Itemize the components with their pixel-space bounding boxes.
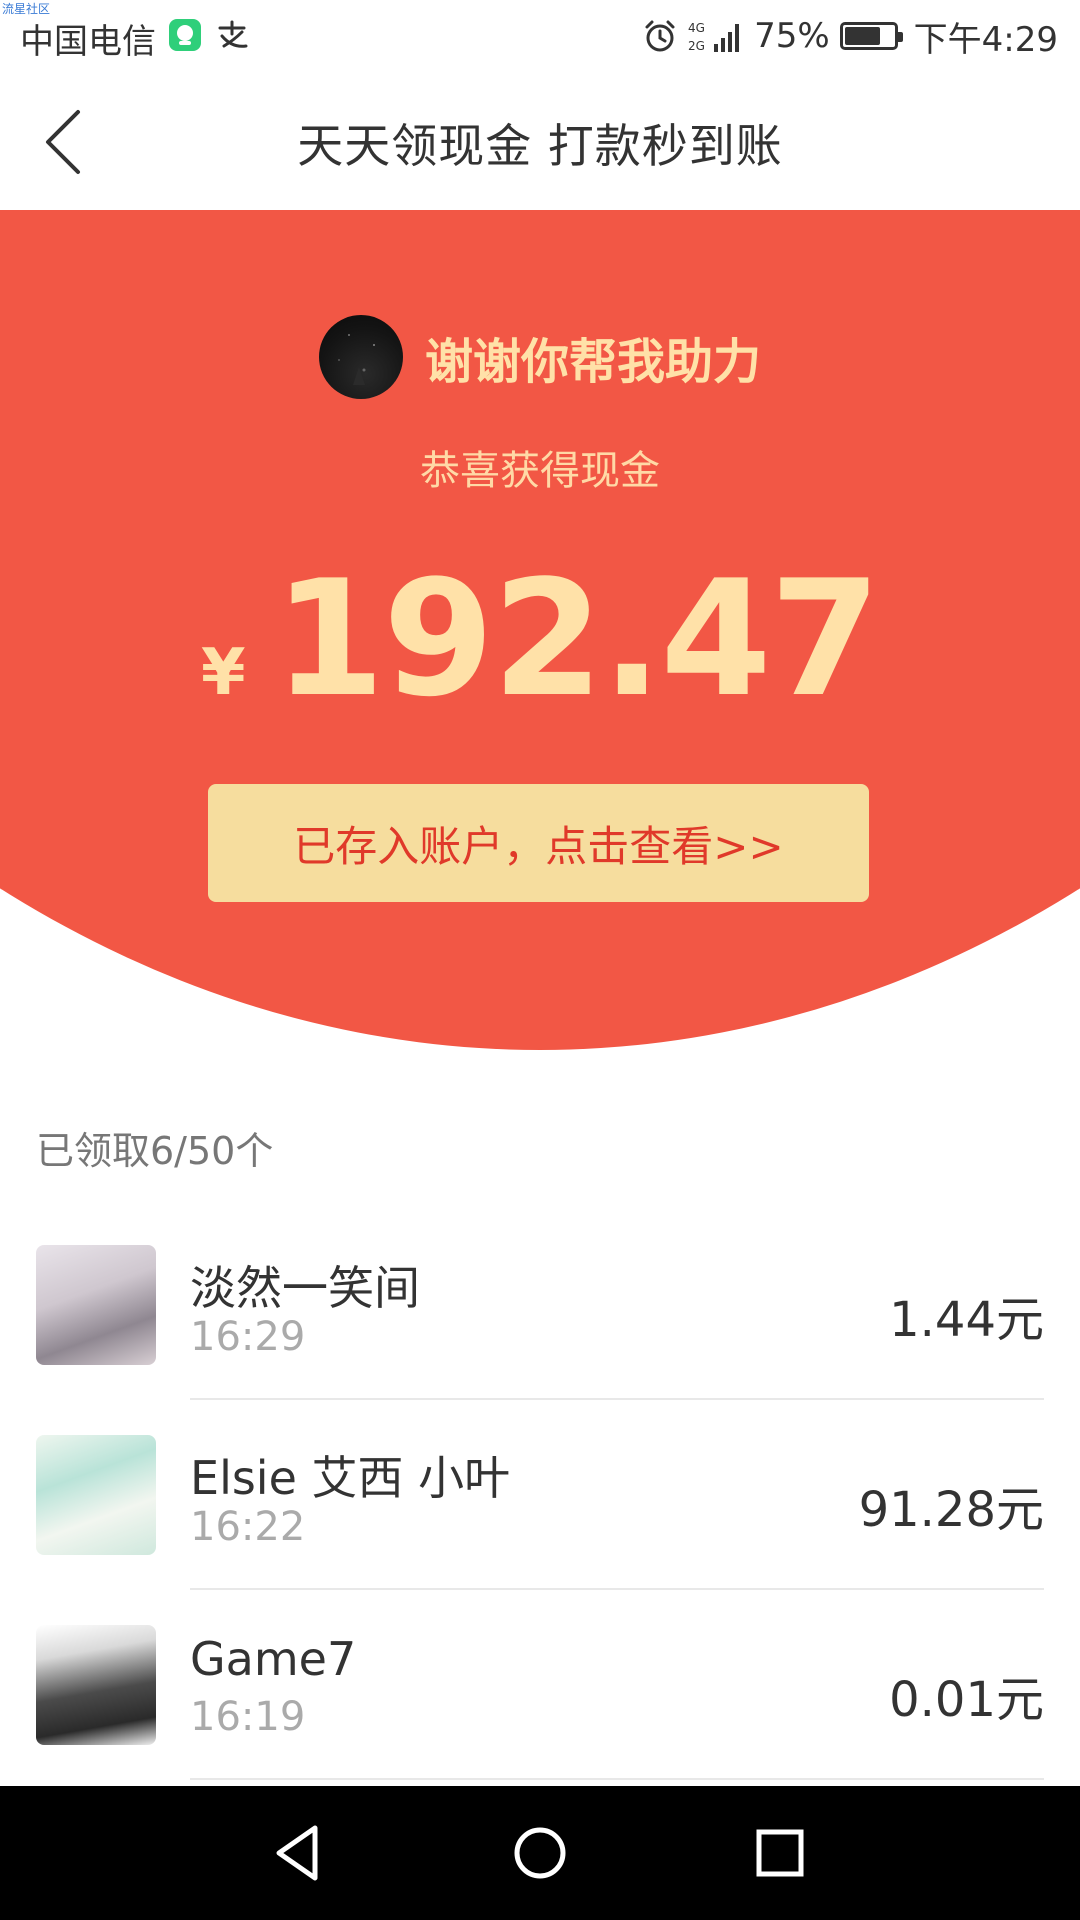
claims-list: 淡然一笑间 16:29 1.44元 Elsie 艾西 小叶 16:22 91.2… [0, 1210, 1080, 1780]
claim-time: 16:19 [190, 1694, 306, 1740]
claimer-name: Elsie 艾西 小叶 [190, 1451, 511, 1505]
claimer-name: 淡然一笑间 [190, 1261, 420, 1315]
greeting-text: 谢谢你帮我助力 [424, 334, 761, 390]
status-bar: 流星社区 中国电信 4G 2G 75% 下午4:29 [0, 0, 1080, 72]
claim-amount: 0.01元 [889, 1672, 1044, 1728]
page-title: 天天领现金 打款秒到账 [297, 119, 783, 173]
avatar [36, 1435, 156, 1555]
claimer-name: Game7 [190, 1632, 357, 1686]
view-account-button[interactable]: 已存入账户，点击查看>> [208, 784, 869, 902]
claim-time: 16:29 [190, 1314, 306, 1360]
alarm-icon [645, 20, 675, 52]
claim-amount: 1.44元 [889, 1292, 1044, 1348]
network-label: 4G [688, 21, 705, 35]
clock: 下午4:29 [913, 19, 1058, 60]
network-label-2: 2G [688, 39, 705, 53]
battery-percent: 75% [754, 16, 830, 56]
signal-icon: 4G 2G [688, 21, 740, 53]
amount-row: ¥ 192.47 [0, 545, 1080, 732]
received-count: 已领取6/50个 [36, 1129, 274, 1173]
battery-icon [839, 22, 903, 50]
claim-time: 16:22 [190, 1504, 306, 1550]
list-item[interactable]: 淡然一笑间 16:29 1.44元 [0, 1210, 1080, 1400]
list-item[interactable]: Game7 16:19 0.01元 [0, 1590, 1080, 1780]
system-nav-bar [0, 1786, 1080, 1920]
avatar [36, 1245, 156, 1365]
home-circle-icon[interactable] [503, 1816, 577, 1890]
alipay-icon [218, 20, 248, 48]
sender-avatar [318, 315, 403, 399]
currency-symbol: ¥ [201, 636, 246, 710]
avatar [36, 1625, 156, 1745]
reward-subtitle: 恭喜获得现金 [420, 448, 660, 494]
battery-fill [844, 27, 880, 45]
recents-square-icon[interactable] [743, 1816, 817, 1890]
carrier-name: 中国电信 [20, 22, 156, 62]
status-right-group: 4G 2G 75% 下午4:29 [642, 14, 1058, 60]
nav-bar: 天天领现金 打款秒到账 [0, 72, 1080, 210]
list-item[interactable]: Elsie 艾西 小叶 16:22 91.28元 [0, 1400, 1080, 1590]
divider [190, 1778, 1044, 1780]
app-notification-icon [169, 19, 201, 51]
reward-hero: 谢谢你帮我助力 恭喜获得现金 ¥ 192.47 已存入账户，点击查看>> [0, 210, 1080, 1050]
reward-amount: 192.47 [273, 545, 881, 732]
greeting-row: 谢谢你帮我助力 [0, 315, 1080, 399]
back-triangle-icon[interactable] [263, 1816, 337, 1890]
claim-amount: 91.28元 [858, 1482, 1044, 1538]
